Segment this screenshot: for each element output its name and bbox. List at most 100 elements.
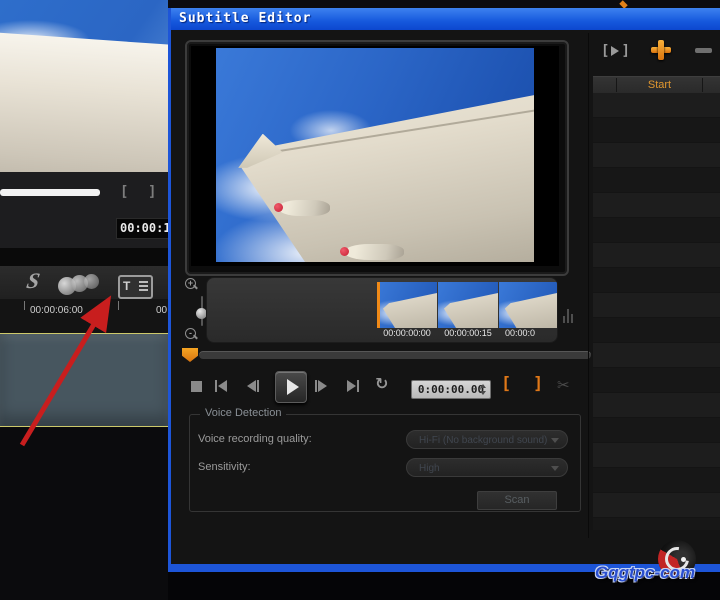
subtitle-list-row[interactable] <box>593 143 720 168</box>
subtitle-list-row[interactable] <box>593 218 720 243</box>
loop-playback-button[interactable]: ↻ <box>375 374 388 393</box>
trim-bar[interactable] <box>0 189 100 196</box>
color-circles-icon[interactable] <box>58 274 106 298</box>
triangle-right-icon <box>611 46 619 56</box>
spinner-up-icon <box>480 384 486 388</box>
ruler-tick <box>24 301 25 310</box>
sensitivity-label: Sensitivity: <box>198 461 251 473</box>
audio-waveform-icon <box>561 305 577 325</box>
logo-dot <box>681 557 686 562</box>
airplane-wing-shape <box>0 32 168 172</box>
next-frame-button[interactable] <box>315 379 327 393</box>
background-divider <box>0 248 168 266</box>
go-to-end-button[interactable] <box>347 379 359 393</box>
start-column-header: Start <box>617 77 702 93</box>
add-subtitle-button[interactable] <box>649 38 673 62</box>
subtitle-list-row[interactable] <box>593 518 720 530</box>
ruler-timecode-partial: 00 <box>156 305 167 316</box>
ruler-tick <box>118 301 119 310</box>
column-divider <box>702 78 703 92</box>
subtitle-list-row[interactable] <box>593 318 720 343</box>
subtitle-list-row[interactable] <box>593 293 720 318</box>
horizontal-scrollbar[interactable] <box>199 351 591 359</box>
subtitle-list-row[interactable] <box>593 243 720 268</box>
bar-shape <box>215 380 217 392</box>
mark-in-icon[interactable]: [ <box>120 184 128 200</box>
background-top-strip <box>168 0 720 8</box>
panel-seam <box>588 33 589 538</box>
subtitle-list-header: Start <box>593 76 720 94</box>
timeline-video-track[interactable] <box>0 333 168 427</box>
quality-label: Voice recording quality: <box>198 433 312 445</box>
bar-shape <box>357 380 359 392</box>
jump-to-subtitle-icon[interactable]: [ ] <box>601 42 630 60</box>
chevron-down-icon <box>551 438 559 443</box>
subtitle-list-row[interactable] <box>593 93 720 118</box>
previous-frame-button[interactable] <box>247 379 259 393</box>
subtitle-list-row[interactable] <box>593 168 720 193</box>
flap-fairing-shape <box>344 244 404 260</box>
subtitle-list-row[interactable] <box>593 493 720 518</box>
timecode-value: 0:00:00.00 <box>418 383 484 396</box>
triangle-left-icon <box>247 380 256 392</box>
preview-screen <box>191 46 559 266</box>
subtitle-list[interactable] <box>593 93 720 530</box>
video-thumbnail[interactable] <box>499 282 557 328</box>
ruler-timecode: 00:00:06:00 <box>30 305 83 316</box>
triangle-right-icon <box>318 380 327 392</box>
filmstrip-timeline[interactable]: 00:00:00:00 00:00:00:15 00:00:0 <box>206 277 558 343</box>
bar-shape <box>257 380 259 392</box>
mark-out-button[interactable]: ] <box>533 374 543 394</box>
subtitle-list-row[interactable] <box>593 443 720 468</box>
subtitle-list-row[interactable] <box>593 268 720 293</box>
play-icon <box>287 379 299 395</box>
dialog-titlebar[interactable]: Subtitle Editor <box>171 8 720 30</box>
quality-value: Hi-Fi (No background sound) <box>419 435 547 446</box>
thumbnail-timecode: 00:00:00:15 <box>438 328 498 338</box>
subtitle-list-row[interactable] <box>593 468 720 493</box>
timeline-ruler[interactable]: 00:00:06:00 00 <box>0 299 168 333</box>
subtitle-list-row[interactable] <box>593 418 720 443</box>
preview-video <box>216 48 534 262</box>
mark-out-icon[interactable]: ] <box>148 184 156 200</box>
timeline-playhead[interactable] <box>182 348 198 362</box>
voice-detection-group: Voice Detection Voice recording quality:… <box>189 414 581 512</box>
quality-dropdown[interactable]: Hi-Fi (No background sound) <box>406 430 568 449</box>
bracket-left: [ <box>601 43 609 59</box>
spinner-down-icon <box>480 391 486 395</box>
triangle-left-icon <box>218 380 227 392</box>
subtitle-editor-button[interactable]: T <box>118 275 153 299</box>
video-thumbnail[interactable] <box>438 282 498 328</box>
subtitle-list-row[interactable] <box>593 118 720 143</box>
bracket-right: ] <box>621 43 629 59</box>
screenshot-root: [ ] 00:00:1 S T 00:00:06:00 00 Subtitle <box>0 0 720 600</box>
flap-fairing-tip <box>274 203 283 212</box>
zoom-in-icon[interactable]: + <box>184 277 197 290</box>
sensitivity-dropdown[interactable]: High <box>406 458 568 477</box>
plus-icon <box>658 40 664 60</box>
remove-subtitle-button[interactable] <box>695 48 712 53</box>
subtitle-list-row[interactable] <box>593 393 720 418</box>
subtitle-button-letter: T <box>123 279 130 293</box>
subtitle-editor-dialog: Subtitle Editor + - <box>168 8 720 572</box>
background-timecode: 00:00:1 <box>116 218 173 239</box>
subtitle-list-row[interactable] <box>593 343 720 368</box>
background-video-preview <box>0 0 168 172</box>
subtitle-list-row[interactable] <box>593 368 720 393</box>
stop-button[interactable] <box>191 381 202 392</box>
mark-in-button[interactable]: [ <box>501 374 511 394</box>
timecode-spinner[interactable] <box>479 383 488 396</box>
go-to-start-button[interactable] <box>215 379 227 393</box>
chevron-down-icon <box>551 466 559 471</box>
transport-timecode-field[interactable]: 0:00:00.00 <box>411 380 491 399</box>
scan-button[interactable]: Scan <box>477 491 557 510</box>
triangle-right-icon <box>347 380 356 392</box>
subtitle-list-row[interactable] <box>593 193 720 218</box>
split-clip-button[interactable]: ✂ <box>557 376 570 394</box>
play-button[interactable] <box>275 371 307 403</box>
effects-icon[interactable]: S <box>13 268 53 296</box>
circle-shape <box>84 274 99 289</box>
strip-playhead-marker[interactable] <box>377 282 380 328</box>
zoom-out-icon[interactable]: - <box>184 327 197 340</box>
video-thumbnail[interactable] <box>377 282 437 328</box>
